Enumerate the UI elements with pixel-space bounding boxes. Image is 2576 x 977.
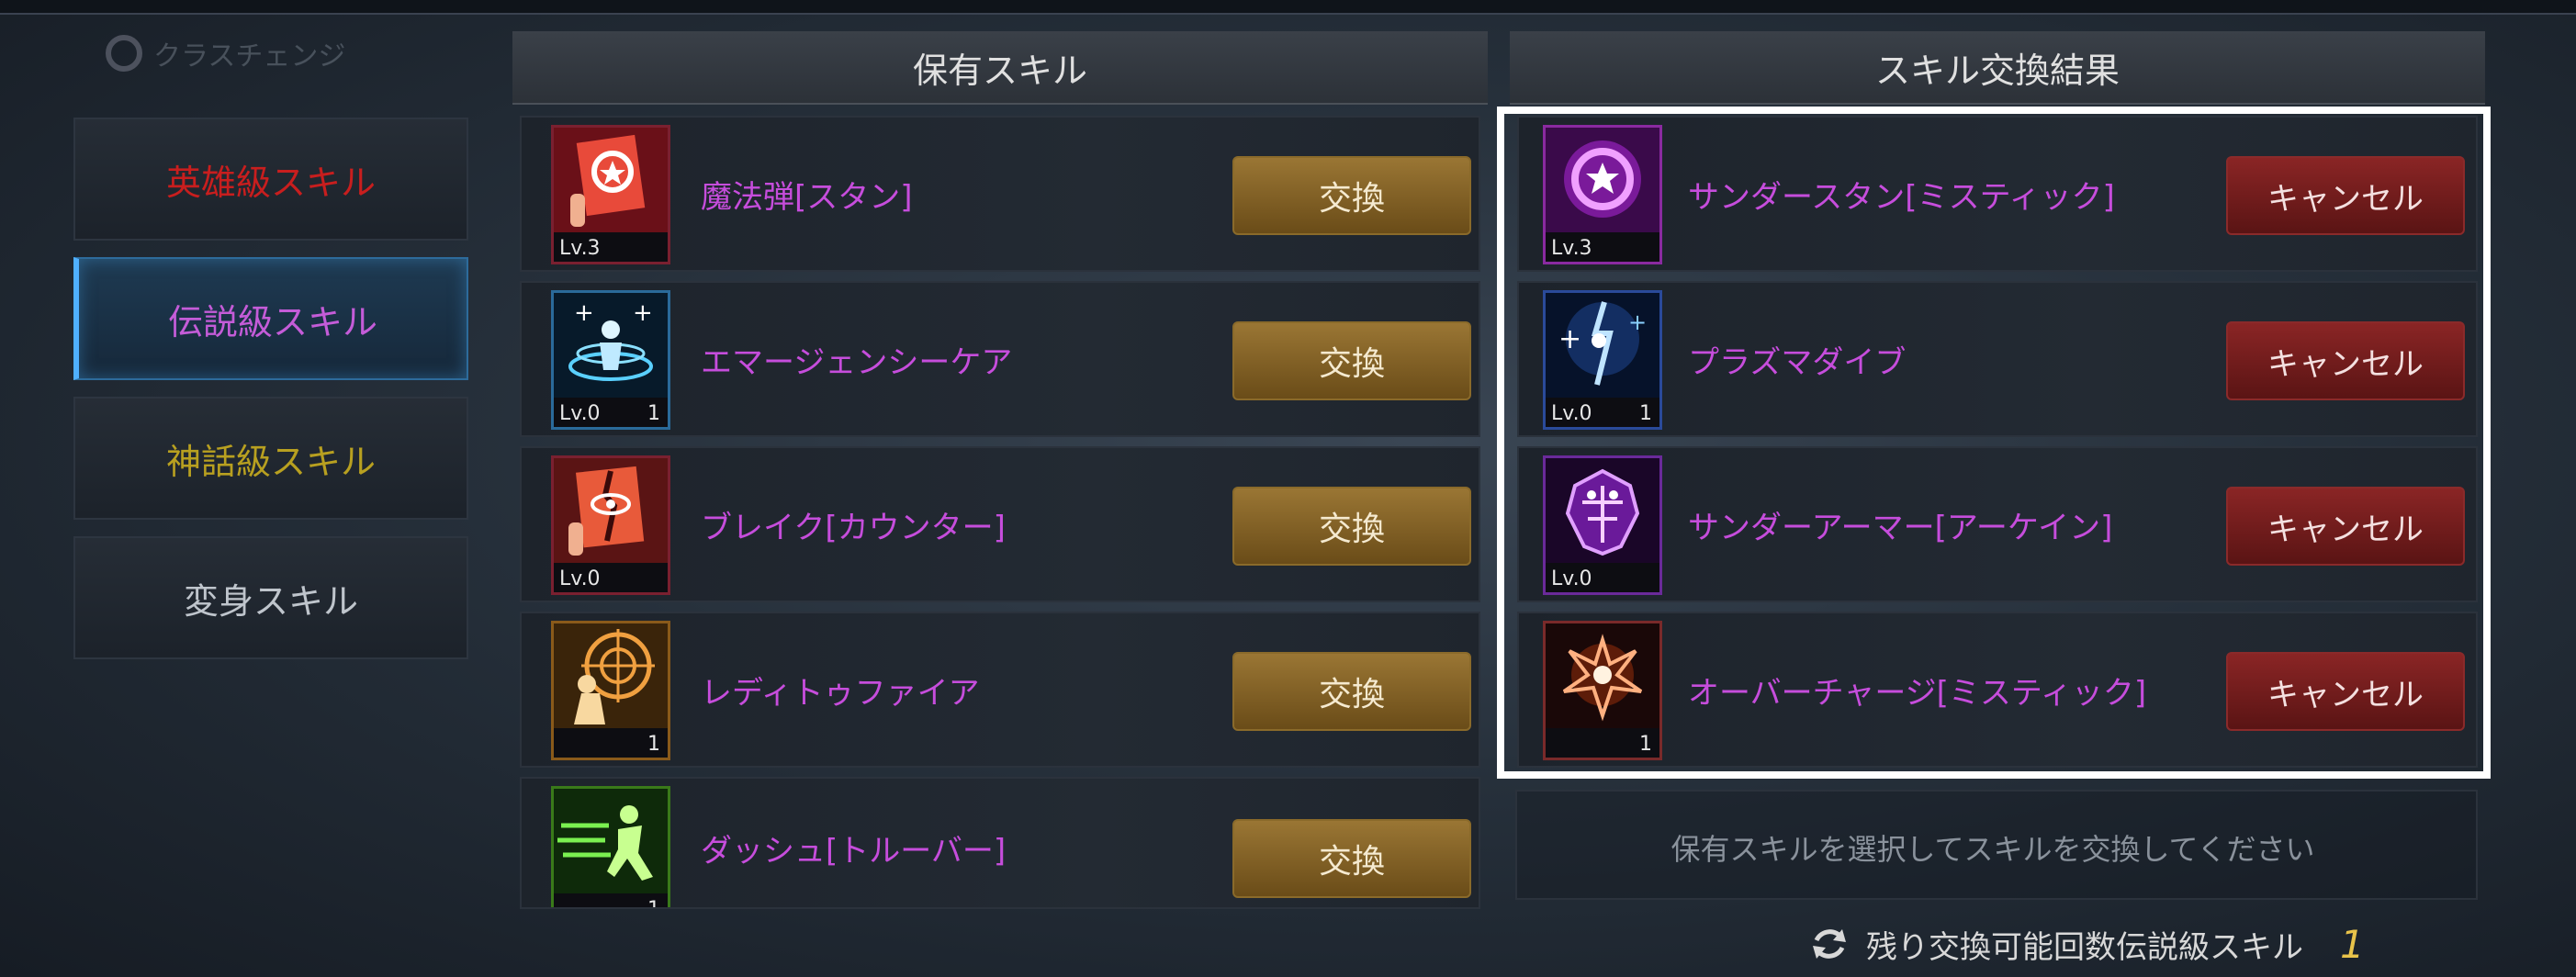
exchange-button[interactable]: 交換 — [1232, 487, 1471, 566]
tab-hero-skill[interactable]: 英雄級スキル — [73, 118, 468, 241]
top-bar — [0, 0, 2576, 15]
exchange-button[interactable]: 交換 — [1232, 819, 1471, 898]
refresh-icon — [1813, 929, 1846, 959]
remaining-count: 1 — [2340, 921, 2365, 967]
tab-myth-skill[interactable]: 神話級スキル — [73, 397, 468, 520]
skill-name: エマージェンシーケア — [701, 343, 1013, 381]
svg-text:+: + — [574, 299, 594, 327]
owned-skill-row[interactable]: Lv.3 魔法弾[スタン] 交換 — [520, 116, 1480, 272]
owned-skill-row[interactable]: 1 ダッシュ[トルーバー] 交換 — [520, 777, 1480, 909]
exchange-button[interactable]: 交換 — [1232, 321, 1471, 400]
dash-icon: 1 — [551, 786, 670, 907]
remaining-label: 残り交換可能回数伝説級スキル — [1866, 928, 2303, 966]
svg-text:+: + — [633, 299, 653, 327]
skill-name: レディトゥファイア — [701, 674, 980, 712]
owned-skill-row[interactable]: 1 レディトゥファイア 交換 — [520, 612, 1480, 768]
skill-grade-tabs: 英雄級スキル 伝説級スキル 神話級スキル 変身スキル — [73, 118, 468, 676]
class-change-label: クラスチェンジ — [106, 26, 436, 81]
exchange-hint-text: 保有スキルを選択してスキルを交換してください — [1670, 832, 2315, 867]
tab-transform-skill[interactable]: 変身スキル — [73, 536, 468, 659]
class-change-icon — [106, 35, 142, 72]
skill-name: ダッシュ[トルーバー] — [701, 832, 1007, 870]
exchange-result-header: スキル交換結果 — [1510, 31, 2485, 105]
exchange-button[interactable]: 交換 — [1232, 156, 1471, 235]
emergency-care-icon: + + Lv.0 1 — [551, 290, 670, 430]
owned-skill-row[interactable]: + + Lv.0 1 エマージェンシーケア 交換 — [520, 281, 1480, 437]
owned-skills-header: 保有スキル — [512, 31, 1488, 105]
skill-name: 魔法弾[スタン] — [701, 178, 913, 216]
tab-legend-skill[interactable]: 伝説級スキル — [73, 257, 468, 380]
remaining-exchanges: 残り交換可能回数伝説級スキル 1 — [1809, 918, 2365, 970]
magic-bullet-icon: Lv.3 — [551, 125, 670, 264]
exchange-button[interactable]: 交換 — [1232, 652, 1471, 731]
break-icon: Lv.0 — [551, 455, 670, 595]
skill-name: ブレイク[カウンター] — [701, 509, 1006, 546]
owned-skill-row[interactable]: Lv.0 ブレイク[カウンター] 交換 — [520, 446, 1480, 602]
ready-to-fire-icon: 1 — [551, 621, 670, 760]
selection-highlight — [1497, 107, 2491, 779]
